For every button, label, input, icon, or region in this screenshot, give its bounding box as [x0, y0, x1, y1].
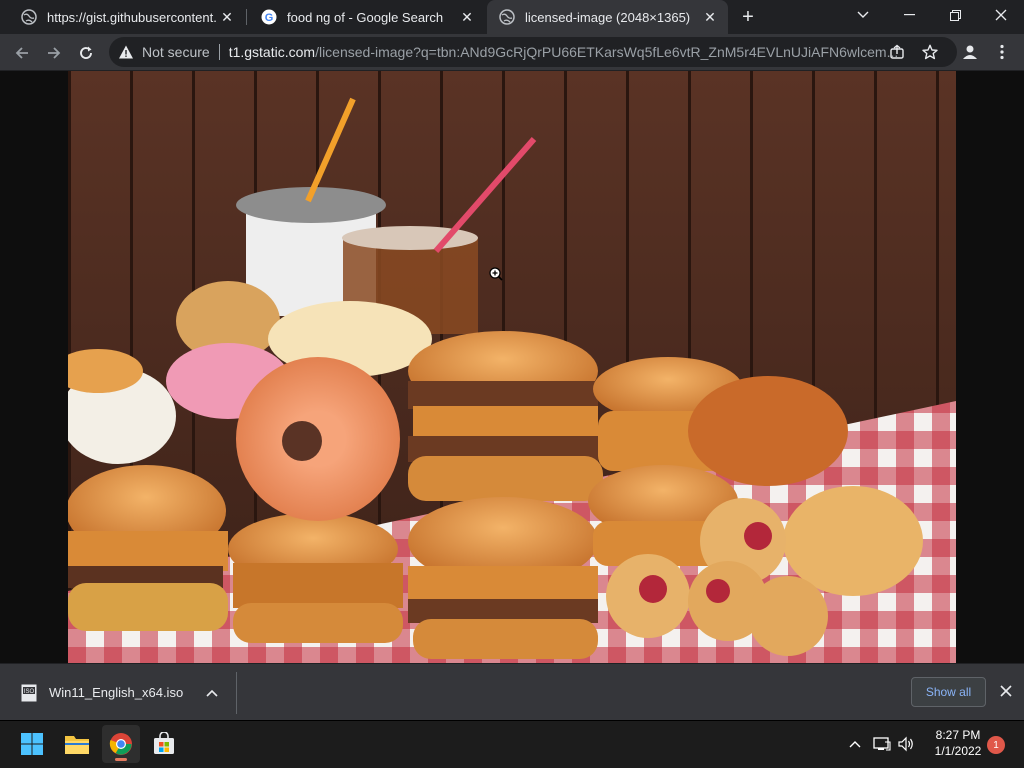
omnibox-divider [218, 44, 220, 60]
notification-badge[interactable]: 1 [987, 736, 1005, 754]
warning-icon[interactable] [118, 44, 134, 60]
tab-search-icon[interactable] [840, 0, 886, 30]
restore-button[interactable] [932, 0, 978, 30]
tab-google-search[interactable]: G food ng of - Google Search ✕ [240, 0, 485, 34]
tab-title: https://gist.githubusercontent.com [47, 9, 217, 25]
download-divider [236, 672, 237, 714]
show-all-button[interactable]: Show all [911, 677, 986, 707]
close-tab-icon[interactable]: ✕ [217, 7, 237, 27]
svg-text:ISO: ISO [24, 689, 35, 695]
tab-strip: https://gist.githubusercontent.com ✕ G f… [0, 0, 1024, 34]
file-explorer-icon[interactable] [58, 725, 96, 763]
globe-icon [21, 9, 37, 25]
tab-title: food ng of - Google Search [287, 9, 444, 25]
forward-button[interactable] [40, 39, 68, 67]
microsoft-store-icon[interactable] [145, 725, 183, 763]
disc-image-file-icon: ISO [21, 684, 37, 702]
chevron-up-tray-icon[interactable] [846, 735, 864, 753]
tab-title: licensed-image (2048×1365) [525, 9, 691, 25]
close-window-button[interactable] [978, 0, 1024, 30]
active-app-indicator [115, 758, 127, 761]
url-host: t1.gstatic.com [228, 44, 316, 60]
fast-food-image[interactable] [68, 71, 956, 663]
clock-time: 8:27 PM [935, 728, 981, 742]
url-path: /licensed-image?q=tbn:ANd9GcRjQrPU66ETKa… [315, 44, 899, 60]
system-clock[interactable]: 8:27 PM 1/1/2022 [928, 727, 988, 759]
share-icon[interactable] [889, 44, 905, 60]
google-icon: G [261, 9, 277, 25]
chevron-up-icon[interactable] [200, 681, 224, 705]
profile-avatar-icon[interactable] [961, 43, 979, 61]
address-bar[interactable]: Not secure t1.gstatic.com /licensed-imag… [109, 37, 957, 67]
download-filename: Win11_English_x64.iso [49, 685, 184, 700]
zoom-in-cursor-icon [489, 267, 503, 281]
start-button[interactable] [13, 725, 51, 763]
reload-button[interactable] [72, 39, 100, 67]
download-bar: ISO Win11_English_x64.iso Show all [0, 663, 1024, 720]
windows-taskbar: 8:27 PM 1/1/2022 [0, 721, 1024, 768]
security-label[interactable]: Not secure [142, 44, 210, 60]
more-menu-icon[interactable] [994, 44, 1010, 60]
bookmark-star-icon[interactable] [922, 44, 938, 60]
svg-text:G: G [265, 12, 274, 24]
close-tab-icon[interactable]: ✕ [457, 7, 477, 27]
globe-icon [499, 9, 515, 25]
clock-date: 1/1/2022 [934, 744, 982, 758]
minimize-button[interactable] [886, 0, 932, 30]
network-icon[interactable] [873, 735, 891, 753]
volume-icon[interactable] [897, 735, 915, 753]
tab-gist[interactable]: https://gist.githubusercontent.com ✕ [0, 0, 245, 34]
tab-licensed-image[interactable]: licensed-image (2048×1365) ✕ [487, 0, 728, 34]
chrome-taskbar-icon[interactable] [102, 725, 140, 763]
download-item[interactable]: ISO Win11_English_x64.iso [0, 664, 236, 721]
close-tab-icon[interactable]: ✕ [700, 7, 720, 27]
browser-toolbar: Not secure t1.gstatic.com /licensed-imag… [0, 34, 1024, 71]
back-button[interactable] [8, 39, 36, 67]
close-download-bar-icon[interactable] [996, 681, 1016, 701]
new-tab-button[interactable]: + [736, 5, 760, 29]
page-viewport [0, 71, 1024, 663]
